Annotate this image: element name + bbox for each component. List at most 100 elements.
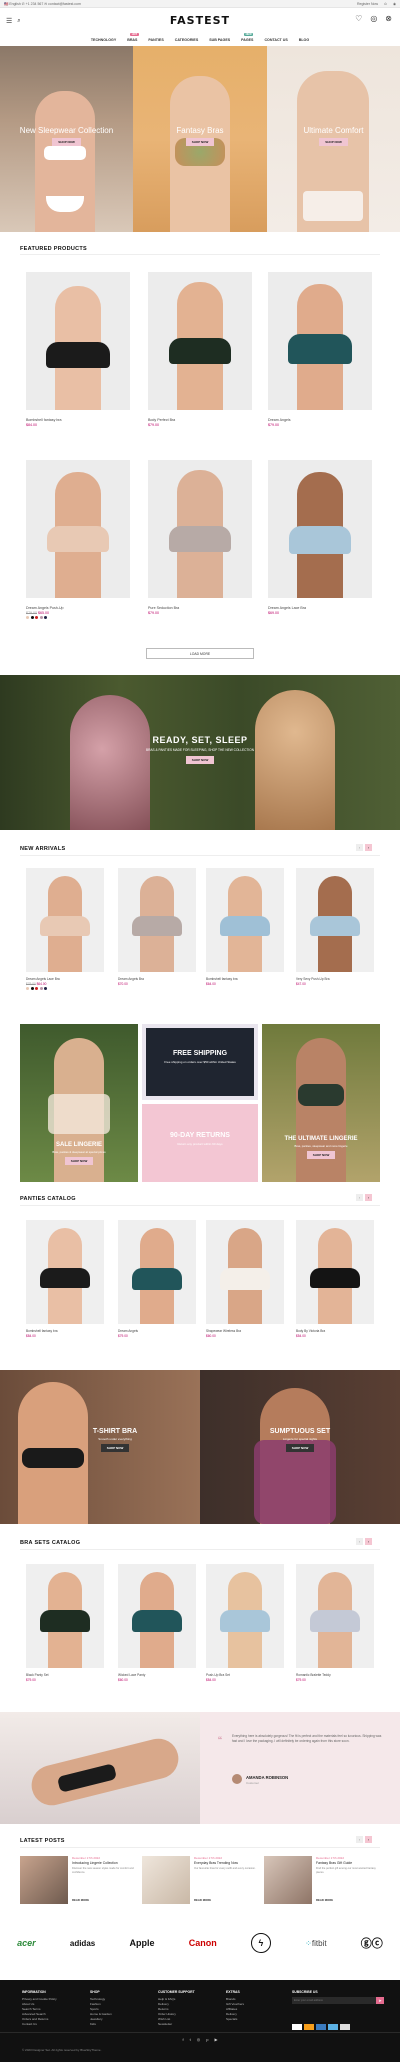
next-arrow-icon[interactable]: › <box>365 1538 372 1545</box>
banner-slide-1[interactable]: New Sleepwear Collection SHOP NOW <box>0 46 133 232</box>
product-name[interactable]: Body Perfect Bra <box>148 418 252 422</box>
next-arrow-icon[interactable]: › <box>365 1836 372 1843</box>
account-icon[interactable]: ◎ <box>370 14 377 23</box>
product-name[interactable]: Dream Angels Push-Up <box>26 606 130 610</box>
product-card[interactable]: Romantic Bralette Teddy $79.00 <box>296 1564 374 1682</box>
brand-canon[interactable]: Canon <box>189 1938 217 1948</box>
newsletter-email-input[interactable] <box>292 1997 376 2004</box>
product-card[interactable]: Bombshell fantasy bra $64.00 <box>206 868 284 986</box>
nav-pages[interactable]: NEW PAGES <box>241 33 253 42</box>
site-logo[interactable]: FASTEST <box>0 14 400 27</box>
product-card[interactable]: Push-Up Bra Set $84.00 <box>206 1564 284 1682</box>
post-thumbnail[interactable] <box>264 1856 312 1904</box>
prev-arrow-icon[interactable]: ‹ <box>356 1194 363 1201</box>
youtube-icon[interactable]: ▶ <box>214 2037 217 2042</box>
wishlist-icon[interactable]: ♡ <box>355 14 362 23</box>
post-title[interactable]: Everyday Bras Trending Now <box>194 1861 258 1865</box>
brand-adidas[interactable]: adidas <box>70 1939 95 1948</box>
product-name[interactable]: Dream Angels <box>118 1329 196 1333</box>
banner-button[interactable]: SHOP NOW <box>319 138 348 146</box>
read-more-link[interactable]: READ MORE <box>194 1898 211 1902</box>
cart-icon[interactable]: ⊗ <box>385 14 392 23</box>
footer-link[interactable]: Contact Us <box>22 2022 57 2027</box>
product-card[interactable]: Body By Victoria Bra $54.00 <box>296 1220 374 1338</box>
promo-button[interactable]: SHOP NOW <box>306 1151 336 1159</box>
lightning-brand-icon[interactable]: ϟ <box>250 1933 271 1953</box>
product-card[interactable]: Shapewear Wireless Bra $60.00 <box>206 1220 284 1338</box>
product-card[interactable]: Dream Angels Push-Up $79.00 $65.00 <box>26 460 130 619</box>
load-more-button[interactable]: LOAD MORE <box>146 648 254 659</box>
product-name[interactable]: Bombshell fantasy bra <box>206 977 284 981</box>
prev-arrow-icon[interactable]: ‹ <box>356 1836 363 1843</box>
banner-button[interactable]: SHOP NOW <box>185 138 215 146</box>
sleep-shop-button[interactable]: SHOP NOW <box>185 756 215 764</box>
nav-technology[interactable]: TECHNOLOGY <box>91 38 116 42</box>
banner-button[interactable]: SHOP NOW <box>52 138 81 146</box>
product-card[interactable]: Dream Angels Bra $70.00 <box>118 868 196 986</box>
next-arrow-icon[interactable]: › <box>365 844 372 851</box>
product-name[interactable]: Wicked Lace Panty <box>118 1673 196 1677</box>
product-card[interactable]: Dream Angels Lace Bra $69.00 <box>268 460 372 615</box>
color-swatches[interactable] <box>26 987 104 990</box>
product-card[interactable]: Wicked Lace Panty $60.00 <box>118 1564 196 1682</box>
product-card[interactable]: Dream Angels $79.00 <box>268 272 372 427</box>
post-title[interactable]: Introducing Lingerie Collection <box>72 1861 136 1865</box>
promo-ultimate-lingerie[interactable]: THE ULTIMATE LINGERIE Bras, panties, sle… <box>262 1024 380 1182</box>
footer-link[interactable]: Kids <box>90 2022 112 2027</box>
nav-sub-pages[interactable]: SUB PAGES <box>209 38 230 42</box>
product-name[interactable]: Dream Angels <box>268 418 372 422</box>
product-name[interactable]: Bombshell fantasy bra <box>26 1329 104 1333</box>
read-more-link[interactable]: READ MORE <box>316 1898 333 1902</box>
product-name[interactable]: Romantic Bralette Teddy <box>296 1673 374 1677</box>
product-card[interactable]: Dream Angels $79.00 <box>118 1220 196 1338</box>
product-card[interactable]: Bombshell fantasy bra $84.00 <box>26 1220 104 1338</box>
nav-contact[interactable]: CONTACT US <box>264 38 287 42</box>
product-card[interactable]: Dream Angels Lace Bra $79.00 $64.00 <box>26 868 104 990</box>
banner-slide-3[interactable]: Ultimate Comfort SHOP NOW <box>267 46 400 232</box>
post-thumbnail[interactable] <box>20 1856 68 1904</box>
nav-panties[interactable]: PANTIES <box>148 38 163 42</box>
language-icon[interactable]: ◉ <box>393 2 396 6</box>
color-swatches[interactable] <box>26 616 130 619</box>
prev-arrow-icon[interactable]: ‹ <box>356 1538 363 1545</box>
product-name[interactable]: Dream Angels Lace Bra <box>26 977 104 981</box>
product-name[interactable]: Push-Up Bra Set <box>206 1673 284 1677</box>
sumptuous-set-banner[interactable]: SUMPTUOUS SET Lingerie for special night… <box>200 1370 400 1524</box>
prev-arrow-icon[interactable]: ‹ <box>356 844 363 851</box>
product-card[interactable]: Very Sexy Push-Up Bra $47.00 <box>296 868 374 986</box>
product-name[interactable]: Black Panty Set <box>26 1673 104 1677</box>
product-card[interactable]: Black Panty Set $79.00 <box>26 1564 104 1682</box>
product-name[interactable]: Very Sexy Push-Up Bra <box>296 977 374 981</box>
product-name[interactable]: Dream Angels Bra <box>118 977 196 981</box>
blog-post[interactable]: December 17th 2022 Everyday Bras Trendin… <box>142 1856 258 1906</box>
product-name[interactable]: Pure Seduction Bra <box>148 606 252 610</box>
post-thumbnail[interactable] <box>142 1856 190 1904</box>
promo-sale-lingerie[interactable]: SALE LINGERIE Bras, panties & sleepwear … <box>20 1024 138 1182</box>
nav-blog[interactable]: BLOG <box>299 38 309 42</box>
instagram-icon[interactable]: ◎ <box>197 2037 201 2042</box>
send-icon[interactable]: ➤ <box>376 1997 384 2004</box>
footer-link[interactable]: Newsletter <box>158 2022 195 2027</box>
currency-icon[interactable]: ⊙ <box>384 2 387 6</box>
promo-button[interactable]: SHOP NOW <box>64 1157 94 1165</box>
product-card[interactable]: Bombshell fantasy bra $84.00 <box>26 272 130 427</box>
duo-button[interactable]: SHOP NOW <box>285 1444 315 1452</box>
blog-post[interactable]: December 17th 2022 Introducing Lingerie … <box>20 1856 136 1906</box>
brand-fitbit[interactable]: ⁘fitbit <box>305 1939 326 1948</box>
twitter-icon[interactable]: t <box>190 2037 191 2042</box>
product-name[interactable]: Dream Angels Lace Bra <box>268 606 372 610</box>
pinterest-icon[interactable]: p <box>206 2037 208 2042</box>
product-name[interactable]: Body By Victoria Bra <box>296 1329 374 1333</box>
banner-slide-2[interactable]: Fantasy Bras SHOP NOW <box>133 46 267 232</box>
nav-categories[interactable]: CATEGORIES <box>175 38 199 42</box>
product-name[interactable]: Shapewear Wireless Bra <box>206 1329 284 1333</box>
product-card[interactable]: Body Perfect Bra $79.00 <box>148 272 252 427</box>
brand-acer[interactable]: acer <box>17 1938 36 1948</box>
register-link[interactable]: Register Now <box>357 2 378 6</box>
blog-post[interactable]: December 17th 2022 Fantasy Bras Gift Gui… <box>264 1856 380 1906</box>
post-title[interactable]: Fantasy Bras Gift Guide <box>316 1861 380 1865</box>
gucci-logo-icon[interactable]: ⓖⓒ <box>361 1935 383 1951</box>
product-card[interactable]: Pure Seduction Bra $79.00 <box>148 460 252 615</box>
footer-link[interactable]: Specials <box>226 2017 244 2022</box>
brand-apple[interactable]: Apple <box>129 1938 154 1948</box>
